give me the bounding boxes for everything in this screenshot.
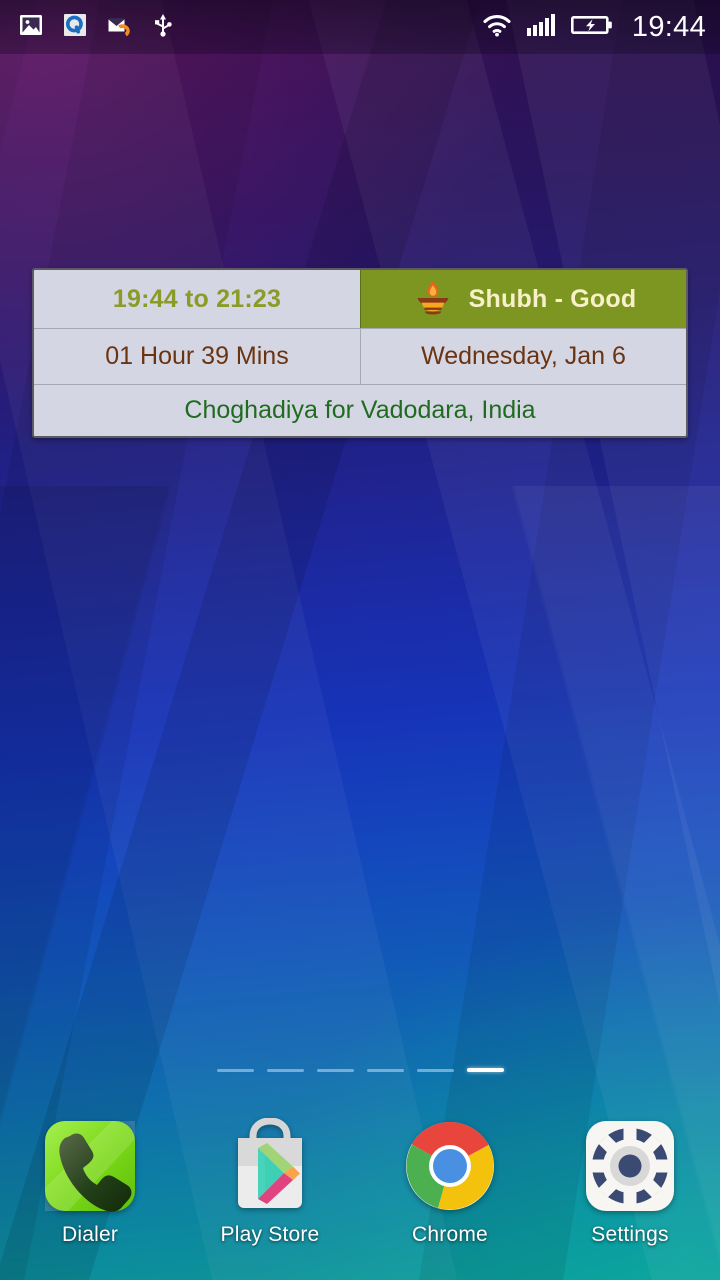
usb-icon <box>152 12 174 43</box>
dock-item-play-store[interactable]: Play Store <box>180 1118 360 1247</box>
widget-quality-label: Shubh - Good <box>468 284 637 313</box>
widget-location-cell[interactable]: Choghadiya for Vadodara, India <box>34 385 686 436</box>
widget-time-range: 19:44 to 21:23 <box>112 284 282 313</box>
widget-duration-cell[interactable]: 01 Hour 39 Mins <box>34 329 360 384</box>
widget-duration: 01 Hour 39 Mins <box>105 342 289 370</box>
diya-lamp-icon <box>411 277 455 322</box>
page-dot-2[interactable] <box>266 1068 304 1072</box>
status-bar-clock: 19:44 <box>631 10 706 43</box>
widget-date: Wednesday, Jan 6 <box>421 342 626 370</box>
widget-quality-cell[interactable]: Shubh - Good <box>360 270 686 328</box>
page-dot-4[interactable] <box>366 1068 404 1072</box>
dock-item-chrome[interactable]: Chrome <box>360 1118 540 1247</box>
phone-handset-icon[interactable] <box>39 1118 141 1214</box>
dock: Dialer Play Store Chrome Settings <box>0 1118 720 1280</box>
cellular-signal-icon <box>526 12 558 43</box>
status-bar-system-icons[interactable]: 19:44 <box>481 11 706 44</box>
widget-row-top: 19:44 to 21:23 Shubh - Good <box>34 270 686 328</box>
page-dot-5[interactable] <box>416 1068 454 1072</box>
status-bar-notification-icons[interactable] <box>18 12 481 43</box>
dock-label-dialer: Dialer <box>61 1223 119 1246</box>
gear-icon[interactable] <box>579 1118 681 1214</box>
page-indicator[interactable] <box>0 1068 720 1072</box>
wifi-icon <box>481 12 513 43</box>
widget-row-middle: 01 Hour 39 Mins Wednesday, Jan 6 <box>34 328 686 384</box>
page-dot-6-active[interactable] <box>466 1068 504 1072</box>
chrome-icon[interactable] <box>399 1118 501 1214</box>
call-mail-icon <box>106 12 134 43</box>
dock-label-play-store: Play Store <box>220 1223 320 1246</box>
battery-charging-icon <box>570 13 613 42</box>
widget-row-bottom: Choghadiya for Vadodara, India <box>34 384 686 436</box>
page-dot-1[interactable] <box>216 1068 254 1072</box>
quickoffice-q-icon <box>62 12 88 43</box>
gallery-icon <box>18 12 44 43</box>
status-bar[interactable]: 19:44 <box>0 0 720 54</box>
choghadiya-widget[interactable]: 19:44 to 21:23 Shubh - Good 01 Hour 39 M… <box>32 268 688 438</box>
dock-label-settings: Settings <box>591 1223 669 1246</box>
widget-date-cell[interactable]: Wednesday, Jan 6 <box>360 329 686 384</box>
widget-time-range-cell[interactable]: 19:44 to 21:23 <box>34 270 360 328</box>
dock-item-settings[interactable]: Settings <box>540 1118 720 1247</box>
page-dot-3[interactable] <box>316 1068 354 1072</box>
dock-item-dialer[interactable]: Dialer <box>0 1118 180 1247</box>
widget-location: Choghadiya for Vadodara, India <box>184 396 536 424</box>
dock-label-chrome: Chrome <box>412 1223 488 1246</box>
play-store-bag-icon[interactable] <box>219 1118 321 1214</box>
home-screen: 19:44 19:44 to 21:23 Shubh - Good 01 Hou… <box>0 0 720 1280</box>
